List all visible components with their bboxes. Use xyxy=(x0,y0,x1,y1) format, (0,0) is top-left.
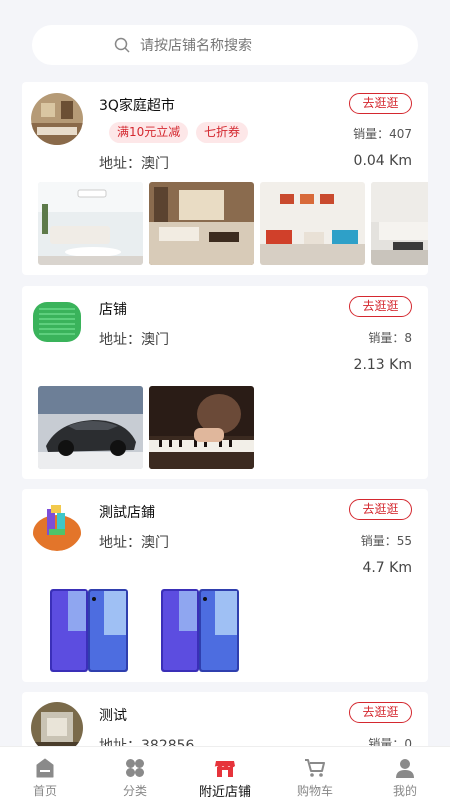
product-image[interactable] xyxy=(149,182,254,265)
shop-name[interactable]: 店铺 xyxy=(99,299,127,319)
category-icon xyxy=(126,759,144,777)
product-image[interactable] xyxy=(149,589,254,672)
search-input[interactable]: 请按店铺名称搜索 xyxy=(140,35,252,55)
shop-name[interactable]: 测试 xyxy=(99,705,127,725)
tab-label: 我的 xyxy=(392,784,417,798)
shop-logo xyxy=(31,296,83,348)
sales-count: 销量：407 xyxy=(353,127,412,141)
go-shopping-button[interactable]: 去逛逛 xyxy=(349,702,412,723)
product-image[interactable] xyxy=(38,386,143,469)
tab-category[interactable]: 分类 xyxy=(90,747,180,800)
product-image[interactable] xyxy=(149,386,254,469)
shop-card[interactable]: 店铺 去逛逛 地址：澳门 销量：8 2.13 Km xyxy=(22,286,428,479)
sales-count: 销量：8 xyxy=(368,331,412,345)
search-icon xyxy=(114,37,130,53)
go-shopping-button[interactable]: 去逛逛 xyxy=(349,499,412,520)
shop-logo xyxy=(31,93,83,145)
go-shopping-button[interactable]: 去逛逛 xyxy=(349,93,412,114)
sales-count: 销量：55 xyxy=(360,534,412,548)
shop-card[interactable]: 3Q家庭超市 去逛逛 满10元立减 七折券 销量：407 地址：澳门 0.04 … xyxy=(22,82,428,275)
product-image[interactable] xyxy=(38,182,143,265)
tab-label: 购物车 xyxy=(296,784,333,798)
shop-icon xyxy=(214,761,235,777)
tab-cart[interactable]: 购物车 xyxy=(270,747,360,800)
home-icon xyxy=(36,758,54,778)
tab-label: 附近店铺 xyxy=(198,785,251,800)
product-image[interactable] xyxy=(38,589,143,672)
shop-distance: 0.04 Km xyxy=(353,153,412,169)
shop-logo xyxy=(31,702,83,752)
shop-distance: 2.13 Km xyxy=(353,357,412,373)
product-image[interactable] xyxy=(371,182,428,265)
shop-card[interactable]: 測試店鋪 去逛逛 地址：澳门 销量：55 4.7 Km xyxy=(22,489,428,682)
tab-nearby-shops[interactable]: 附近店铺 xyxy=(180,747,270,800)
shop-address: 地址：澳门 xyxy=(99,156,169,172)
shop-address: 地址：澳门 xyxy=(99,535,169,551)
tab-label: 分类 xyxy=(122,784,147,798)
tab-mine[interactable]: 我的 xyxy=(360,747,450,800)
shop-address: 地址：澳门 xyxy=(99,332,169,348)
shop-name[interactable]: 3Q家庭超市 xyxy=(99,95,175,115)
product-image[interactable] xyxy=(260,182,365,265)
search-bar[interactable]: 请按店铺名称搜索 xyxy=(32,25,418,65)
shop-logo xyxy=(31,499,83,551)
shop-card[interactable]: 测试 去逛逛 地址：382856 销量：0 xyxy=(22,692,428,752)
bottom-tab-bar: 首页 分类 附近店铺 购物车 我的 xyxy=(0,746,450,800)
cart-icon xyxy=(305,759,325,777)
user-icon xyxy=(396,759,414,778)
coupon-badge[interactable]: 满10元立减 xyxy=(109,122,189,143)
tab-home[interactable]: 首页 xyxy=(0,747,90,800)
shop-distance: 4.7 Km xyxy=(362,560,412,576)
go-shopping-button[interactable]: 去逛逛 xyxy=(349,296,412,317)
coupon-badge[interactable]: 七折券 xyxy=(196,122,249,143)
shop-name[interactable]: 測試店鋪 xyxy=(99,502,155,522)
tab-label: 首页 xyxy=(32,784,57,798)
